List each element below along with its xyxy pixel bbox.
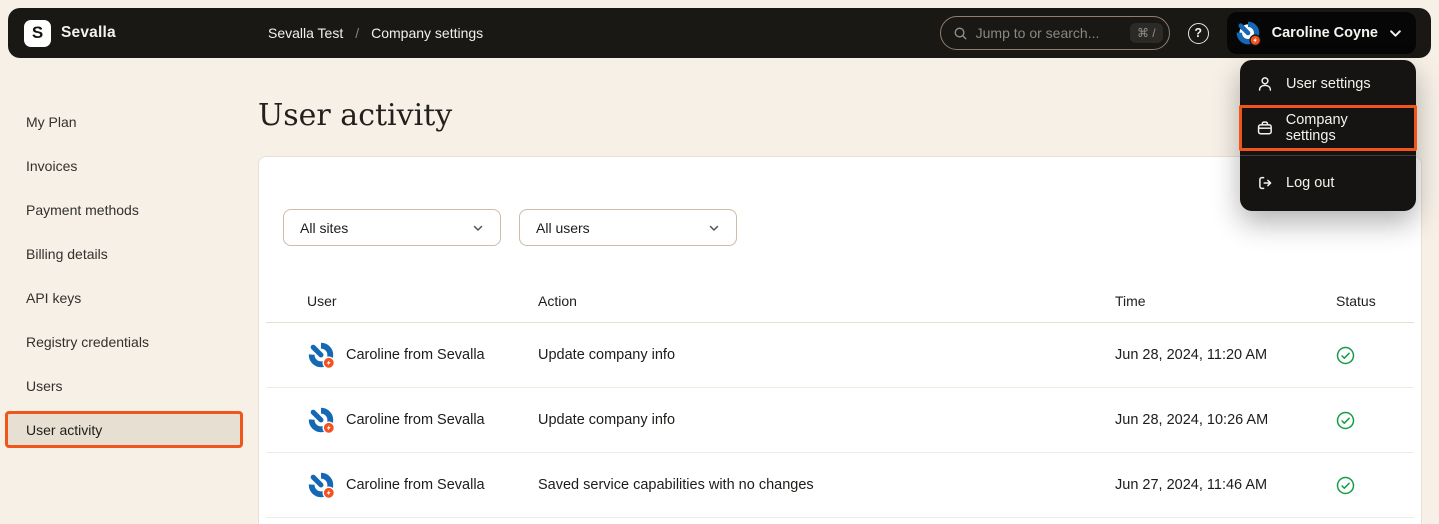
global-search[interactable]: ⌘ / [940,16,1170,50]
action-cell: Update company info [538,412,1115,428]
menu-divider [1240,155,1416,156]
success-check-icon [1336,476,1355,495]
time-cell: Jun 28, 2024, 10:26 AM [1115,412,1334,428]
status-cell [1334,346,1414,365]
topbar-actions: ⌘ / ? Caroline Coyne [940,12,1416,54]
help-button[interactable]: ? [1188,23,1209,44]
logout-icon [1256,174,1274,192]
breadcrumb-current: Company settings [371,25,483,41]
status-cell [1334,476,1414,495]
user-cell: Caroline from Sevalla [266,471,538,499]
sidebar-item-registry-credentials[interactable]: Registry credentials [5,323,243,360]
time-cell: Jun 28, 2024, 11:20 AM [1115,347,1334,363]
user-name: Caroline Coyne [1272,25,1378,41]
user-dropdown-menu: User settings Company settings Log out [1240,60,1416,211]
sidebar-item-my-plan[interactable]: My Plan [5,103,243,140]
menu-item-label: User settings [1286,76,1371,92]
user-icon [1256,75,1274,93]
logo-letter: S [32,23,43,43]
table-row: Caroline from Sevalla Saved service capa… [266,453,1414,518]
breadcrumb-separator: / [355,25,359,41]
user-avatar [1235,20,1261,46]
success-check-icon [1336,346,1355,365]
chevron-down-icon [472,222,484,234]
users-filter-select[interactable]: All users [519,209,737,246]
top-navbar: S Sevalla Sevalla Test / Company setting… [8,8,1431,58]
table-row: Caroline from Sevalla Update company inf… [266,388,1414,453]
brand[interactable]: S Sevalla [24,20,116,47]
user-name: Caroline from Sevalla [346,477,485,493]
sidebar-item-api-keys[interactable]: API keys [5,279,243,316]
sites-filter-select[interactable]: All sites [283,209,501,246]
sidebar-item-billing-details[interactable]: Billing details [5,235,243,272]
sidebar-item-user-activity[interactable]: User activity [5,411,243,448]
user-activity-card: All sites All users User Action Time Sta… [258,156,1422,524]
user-menu-trigger[interactable]: Caroline Coyne [1227,12,1416,54]
activity-table: User Action Time Status Caroline from Se… [266,280,1414,518]
search-shortcut-badge: ⌘ / [1130,23,1163,43]
chevron-down-icon [708,222,720,234]
breadcrumb-parent[interactable]: Sevalla Test [268,25,343,41]
page-title: User activity [258,97,452,135]
column-header-user: User [266,293,538,309]
users-filter-value: All users [536,220,590,236]
menu-item-company-settings[interactable]: Company settings [1240,106,1416,150]
user-cell: Caroline from Sevalla [266,341,538,369]
breadcrumb: Sevalla Test / Company settings [268,25,483,41]
user-avatar [307,406,335,434]
filters: All sites All users [283,209,1421,246]
user-name: Caroline from Sevalla [346,412,485,428]
time-cell: Jun 27, 2024, 11:46 AM [1115,477,1334,493]
success-check-icon [1336,411,1355,430]
sidebar-item-invoices[interactable]: Invoices [5,147,243,184]
column-header-time: Time [1115,293,1334,309]
chevron-down-icon [1389,27,1402,40]
status-cell [1334,411,1414,430]
briefcase-icon [1256,119,1274,137]
table-header: User Action Time Status [266,280,1414,323]
menu-item-label: Log out [1286,175,1334,191]
menu-item-label: Company settings [1286,112,1400,144]
menu-item-user-settings[interactable]: User settings [1240,62,1416,106]
brand-name: Sevalla [61,24,116,42]
sites-filter-value: All sites [300,220,348,236]
user-cell: Caroline from Sevalla [266,406,538,434]
user-avatar [307,341,335,369]
column-header-action: Action [538,293,1115,309]
table-row: Caroline from Sevalla Update company inf… [266,323,1414,388]
search-input[interactable] [976,25,1122,41]
menu-item-log-out[interactable]: Log out [1240,161,1416,205]
settings-sidebar: My Plan Invoices Payment methods Billing… [5,103,243,455]
sidebar-item-payment-methods[interactable]: Payment methods [5,191,243,228]
action-cell: Update company info [538,347,1115,363]
action-cell: Saved service capabilities with no chang… [538,477,1115,493]
search-icon [953,26,968,41]
sevalla-logo-icon: S [24,20,51,47]
sidebar-item-users[interactable]: Users [5,367,243,404]
column-header-status: Status [1334,293,1414,309]
user-avatar [307,471,335,499]
user-name: Caroline from Sevalla [346,347,485,363]
help-icon: ? [1194,26,1202,40]
